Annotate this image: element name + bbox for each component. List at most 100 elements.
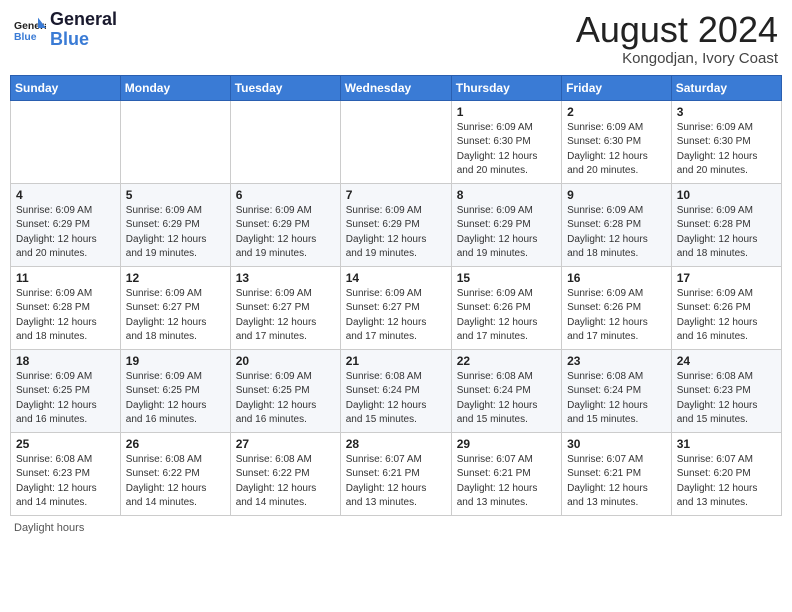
day-info: Sunrise: 6:09 AMSunset: 6:28 PMDaylight:… [677, 204, 776, 262]
logo: General Blue General Blue [14, 10, 117, 50]
day-number: 5 [126, 188, 225, 202]
day-info: Sunrise: 6:09 AMSunset: 6:26 PMDaylight:… [457, 287, 556, 345]
day-info: Sunrise: 6:09 AMSunset: 6:30 PMDaylight:… [457, 121, 556, 179]
calendar-cell: 28 Sunrise: 6:07 AMSunset: 6:21 PMDayligh… [340, 432, 451, 515]
day-info: Sunrise: 6:09 AMSunset: 6:29 PMDaylight:… [126, 204, 225, 262]
day-number: 21 [346, 354, 446, 368]
day-number: 13 [236, 271, 335, 285]
day-number: 12 [126, 271, 225, 285]
calendar-cell: 17Sunrise: 6:09 AMSunset: 6:26 PMDayligh… [671, 266, 781, 349]
day-info: Sunrise: 6:08 AMSunset: 6:24 PMDaylight:… [567, 370, 666, 428]
calendar-cell: 24 Sunrise: 6:08 AMSunset: 6:23 PMDayligh… [671, 349, 781, 432]
col-header-tuesday: Tuesday [230, 75, 340, 100]
calendar-cell: 8 Sunrise: 6:09 AMSunset: 6:29 PMDaylight… [451, 183, 561, 266]
day-number: 9 [567, 188, 666, 202]
day-info: Sunrise: 6:09 AMSunset: 6:28 PMDaylight:… [16, 287, 115, 345]
footer-text: Daylight hours [14, 522, 84, 534]
calendar-cell: 18 Sunrise: 6:09 AMSunset: 6:25 PMDayligh… [11, 349, 121, 432]
day-number: 22 [457, 354, 556, 368]
calendar-cell: 13 Sunrise: 6:09 AMSunset: 6:27 PMDayligh… [230, 266, 340, 349]
day-number: 3 [677, 105, 776, 119]
calendar-week-2: 4 Sunrise: 6:09 AMSunset: 6:29 PMDaylight… [11, 183, 782, 266]
day-number: 19 [126, 354, 225, 368]
calendar-cell: 10 Sunrise: 6:09 AMSunset: 6:28 PMDayligh… [671, 183, 781, 266]
calendar-cell [230, 100, 340, 183]
day-number: 1 [457, 105, 556, 119]
calendar-week-3: 11 Sunrise: 6:09 AMSunset: 6:28 PMDayligh… [11, 266, 782, 349]
calendar-cell: 23 Sunrise: 6:08 AMSunset: 6:24 PMDayligh… [562, 349, 672, 432]
calendar-cell: 3 Sunrise: 6:09 AMSunset: 6:30 PMDaylight… [671, 100, 781, 183]
day-info: Sunrise: 6:08 AMSunset: 6:23 PMDaylight:… [16, 453, 115, 511]
calendar-cell: 20 Sunrise: 6:09 AMSunset: 6:25 PMDayligh… [230, 349, 340, 432]
calendar-cell: 30 Sunrise: 6:07 AMSunset: 6:21 PMDayligh… [562, 432, 672, 515]
day-info: Sunrise: 6:09 AMSunset: 6:30 PMDaylight:… [567, 121, 666, 179]
day-info: Sunrise: 6:09 AMSunset: 6:30 PMDaylight:… [677, 121, 776, 179]
calendar-cell: 1 Sunrise: 6:09 AMSunset: 6:30 PMDaylight… [451, 100, 561, 183]
day-info: Sunrise: 6:07 AMSunset: 6:21 PMDaylight:… [567, 453, 666, 511]
calendar-cell: 4Sunrise: 6:09 AMSunset: 6:29 PMDaylight… [11, 183, 121, 266]
day-info: Sunrise: 6:07 AMSunset: 6:21 PMDaylight:… [457, 453, 556, 511]
col-header-wednesday: Wednesday [340, 75, 451, 100]
day-number: 4 [16, 188, 115, 202]
logo-text-general: General [50, 10, 117, 30]
day-number: 18 [16, 354, 115, 368]
logo-text-blue: Blue [50, 30, 117, 50]
day-number: 24 [677, 354, 776, 368]
col-header-thursday: Thursday [451, 75, 561, 100]
calendar-cell: 15Sunrise: 6:09 AMSunset: 6:26 PMDayligh… [451, 266, 561, 349]
day-info: Sunrise: 6:09 AMSunset: 6:27 PMDaylight:… [126, 287, 225, 345]
col-header-monday: Monday [120, 75, 230, 100]
calendar-cell: 29 Sunrise: 6:07 AMSunset: 6:21 PMDayligh… [451, 432, 561, 515]
day-info: Sunrise: 6:09 AMSunset: 6:26 PMDaylight:… [567, 287, 666, 345]
day-info: Sunrise: 6:09 AMSunset: 6:27 PMDaylight:… [236, 287, 335, 345]
calendar-cell [11, 100, 121, 183]
calendar-week-1: 1 Sunrise: 6:09 AMSunset: 6:30 PMDaylight… [11, 100, 782, 183]
day-info: Sunrise: 6:08 AMSunset: 6:23 PMDaylight:… [677, 370, 776, 428]
day-number: 16 [567, 271, 666, 285]
day-info: Sunrise: 6:09 AMSunset: 6:29 PMDaylight:… [346, 204, 446, 262]
day-number: 26 [126, 437, 225, 451]
day-number: 10 [677, 188, 776, 202]
calendar-cell: 12 Sunrise: 6:09 AMSunset: 6:27 PMDayligh… [120, 266, 230, 349]
day-info: Sunrise: 6:09 AMSunset: 6:25 PMDaylight:… [236, 370, 335, 428]
logo-icon: General Blue [14, 16, 46, 44]
day-info: Sunrise: 6:09 AMSunset: 6:25 PMDaylight:… [16, 370, 115, 428]
calendar-cell: 27 Sunrise: 6:08 AMSunset: 6:22 PMDayligh… [230, 432, 340, 515]
day-info: Sunrise: 6:09 AMSunset: 6:29 PMDaylight:… [236, 204, 335, 262]
day-info: Sunrise: 6:08 AMSunset: 6:22 PMDaylight:… [236, 453, 335, 511]
day-info: Sunrise: 6:09 AMSunset: 6:26 PMDaylight:… [677, 287, 776, 345]
day-number: 30 [567, 437, 666, 451]
calendar-cell: 11 Sunrise: 6:09 AMSunset: 6:28 PMDayligh… [11, 266, 121, 349]
col-header-sunday: Sunday [11, 75, 121, 100]
day-info: Sunrise: 6:07 AMSunset: 6:21 PMDaylight:… [346, 453, 446, 511]
day-number: 23 [567, 354, 666, 368]
day-info: Sunrise: 6:09 AMSunset: 6:27 PMDaylight:… [346, 287, 446, 345]
day-number: 20 [236, 354, 335, 368]
calendar-cell: 6Sunrise: 6:09 AMSunset: 6:29 PMDaylight… [230, 183, 340, 266]
main-title: August 2024 [576, 10, 778, 50]
calendar-cell: 16 Sunrise: 6:09 AMSunset: 6:26 PMDayligh… [562, 266, 672, 349]
day-number: 28 [346, 437, 446, 451]
subtitle: Kongodjan, Ivory Coast [576, 50, 778, 67]
calendar-cell [120, 100, 230, 183]
calendar-cell: 9Sunrise: 6:09 AMSunset: 6:28 PMDaylight… [562, 183, 672, 266]
day-number: 11 [16, 271, 115, 285]
day-number: 8 [457, 188, 556, 202]
day-number: 14 [346, 271, 446, 285]
day-number: 31 [677, 437, 776, 451]
calendar-cell: 21 Sunrise: 6:08 AMSunset: 6:24 PMDayligh… [340, 349, 451, 432]
footer-note: Daylight hours [10, 522, 782, 534]
title-block: August 2024 Kongodjan, Ivory Coast [576, 10, 778, 67]
day-info: Sunrise: 6:08 AMSunset: 6:24 PMDaylight:… [457, 370, 556, 428]
day-info: Sunrise: 6:09 AMSunset: 6:29 PMDaylight:… [457, 204, 556, 262]
calendar-cell: 5 Sunrise: 6:09 AMSunset: 6:29 PMDaylight… [120, 183, 230, 266]
calendar-cell: 31 Sunrise: 6:07 AMSunset: 6:20 PMDayligh… [671, 432, 781, 515]
day-info: Sunrise: 6:07 AMSunset: 6:20 PMDaylight:… [677, 453, 776, 511]
day-number: 27 [236, 437, 335, 451]
calendar-cell: 14 Sunrise: 6:09 AMSunset: 6:27 PMDayligh… [340, 266, 451, 349]
calendar-cell: 25Sunrise: 6:08 AMSunset: 6:23 PMDayligh… [11, 432, 121, 515]
day-number: 29 [457, 437, 556, 451]
day-info: Sunrise: 6:08 AMSunset: 6:24 PMDaylight:… [346, 370, 446, 428]
calendar-cell: 2Sunrise: 6:09 AMSunset: 6:30 PMDaylight… [562, 100, 672, 183]
calendar-cell: 19Sunrise: 6:09 AMSunset: 6:25 PMDayligh… [120, 349, 230, 432]
